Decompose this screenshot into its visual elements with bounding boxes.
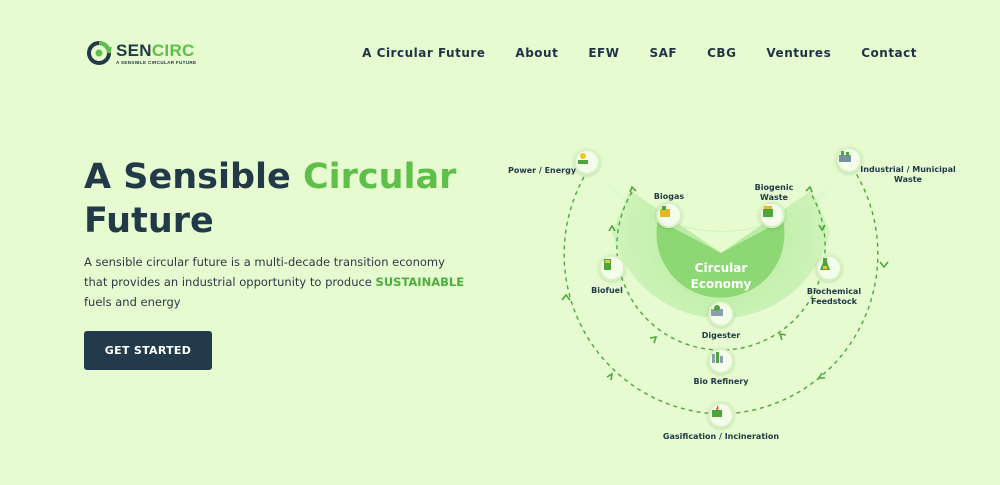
node-biochemical-feedstock[interactable] (816, 255, 842, 281)
nav-link-about[interactable]: About (515, 46, 558, 60)
sun-panel-icon (578, 153, 588, 164)
hero-desc-part2: fuels and energy (84, 295, 181, 309)
label-biogenic-line2: Waste (760, 193, 788, 202)
label-biofuel: Biofuel (591, 286, 623, 295)
label-bio-refinery: Bio Refinery (693, 377, 749, 386)
center-label-line1: Circular (694, 261, 748, 275)
nav-link-circular-future[interactable]: A Circular Future (362, 46, 485, 60)
brand-tagline: A SENSIBLE CIRCULAR FUTURE (116, 59, 197, 65)
get-started-button[interactable]: GET STARTED (84, 331, 212, 370)
label-biochemical-line1: Biochemical (806, 287, 862, 296)
hero-title-part1: A Sensible (84, 157, 303, 197)
brand-name-sen: SEN (116, 40, 152, 60)
node-biogas[interactable] (656, 202, 682, 228)
gas-tank-icon (660, 206, 670, 217)
recycle-logo-icon (87, 41, 112, 65)
nav-link-ventures[interactable]: Ventures (766, 46, 831, 60)
node-gasification[interactable] (708, 402, 734, 428)
nav-link-cbg[interactable]: CBG (707, 46, 736, 60)
hero-title-part2: Future (84, 201, 214, 241)
node-biofuel[interactable] (599, 255, 625, 281)
factory-icon (839, 151, 851, 162)
nav-link-saf[interactable]: SAF (649, 46, 677, 60)
hero-title-accent: Circular (302, 157, 457, 197)
furnace-icon (712, 405, 722, 417)
brand-name: SENCIRC (116, 42, 196, 59)
flask-icon (820, 258, 830, 270)
label-gasification: Gasification / Incineration (662, 432, 780, 441)
node-bio-refinery[interactable] (708, 348, 734, 374)
center-label-line2: Economy (690, 277, 752, 291)
label-biochemical-line2: Feedstock (811, 297, 857, 306)
brand-name-circ: CIRC (151, 40, 195, 60)
waste-bin-icon (763, 206, 773, 217)
label-industrial-waste: Industrial / Municipal Waste (860, 165, 955, 185)
label-biochemical-feedstock: Biochemical Feedstock (807, 287, 861, 307)
label-biogas: Biogas (653, 192, 685, 201)
fuel-pump-icon (604, 259, 611, 270)
label-industrial-line1: Industrial / Municipal (860, 165, 956, 174)
label-industrial-line2: Waste (894, 175, 922, 184)
hero-description: A sensible circular future is a multi-de… (84, 252, 469, 312)
center-label: Circular Economy (691, 260, 752, 292)
digester-icon (711, 305, 723, 316)
refinery-icon (712, 352, 723, 363)
label-biogenic-line1: Biogenic (754, 183, 794, 192)
node-digester[interactable] (708, 301, 734, 327)
main-nav: A Circular Future About EFW SAF CBG Vent… (362, 46, 917, 60)
nav-link-contact[interactable]: Contact (861, 46, 917, 60)
node-biogenic-waste[interactable] (759, 202, 785, 228)
brand-logo[interactable]: SENCIRC A SENSIBLE CIRCULAR FUTURE (86, 40, 196, 66)
label-power-energy: Power / Energy (507, 166, 577, 175)
label-digester: Digester (701, 331, 741, 340)
node-industrial-waste[interactable] (836, 147, 862, 173)
nav-link-efw[interactable]: EFW (588, 46, 619, 60)
node-power-energy[interactable] (574, 149, 600, 175)
hero-desc-highlight: SUSTAINABLE (375, 275, 465, 289)
label-biogenic-waste: Biogenic Waste (755, 183, 794, 203)
circular-economy-diagram: Circular Economy Power / Energy Industri… (490, 140, 970, 460)
hero-title: A Sensible Circular Future (84, 155, 504, 243)
